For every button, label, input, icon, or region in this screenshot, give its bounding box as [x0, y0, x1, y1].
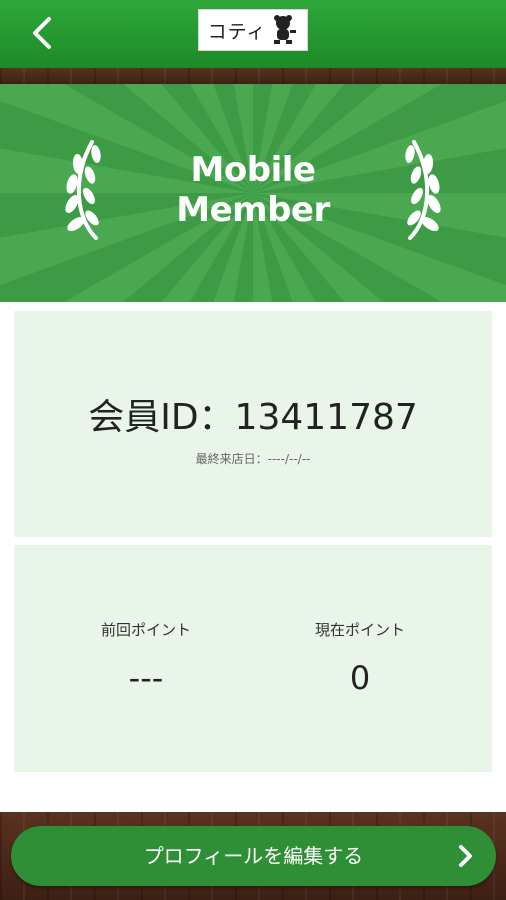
previous-points-value: --- — [128, 659, 164, 697]
member-id: 会員ID：13411787 — [88, 397, 418, 438]
laurel-right-icon — [405, 140, 441, 240]
current-points-value: 0 — [349, 659, 371, 697]
app-logo: コティ — [198, 9, 308, 51]
edit-profile-label: プロフィールを編集する — [143, 844, 364, 868]
edit-profile-button[interactable]: プロフィールを編集する — [11, 826, 496, 886]
wood-strip-top — [0, 68, 506, 84]
app-header: コティ — [0, 0, 506, 68]
back-button[interactable] — [22, 12, 62, 54]
mascot-icon — [274, 15, 297, 44]
previous-points-label: 前回ポイント — [100, 621, 191, 639]
current-points-label: 現在ポイント — [314, 621, 405, 639]
chevron-right-icon — [459, 845, 472, 867]
laurel-left-icon — [65, 140, 101, 240]
logo-text: コティ — [207, 20, 267, 43]
last-visit-date: 最終来店日：----/--/-- — [195, 452, 311, 466]
chevron-left-icon — [33, 17, 51, 49]
